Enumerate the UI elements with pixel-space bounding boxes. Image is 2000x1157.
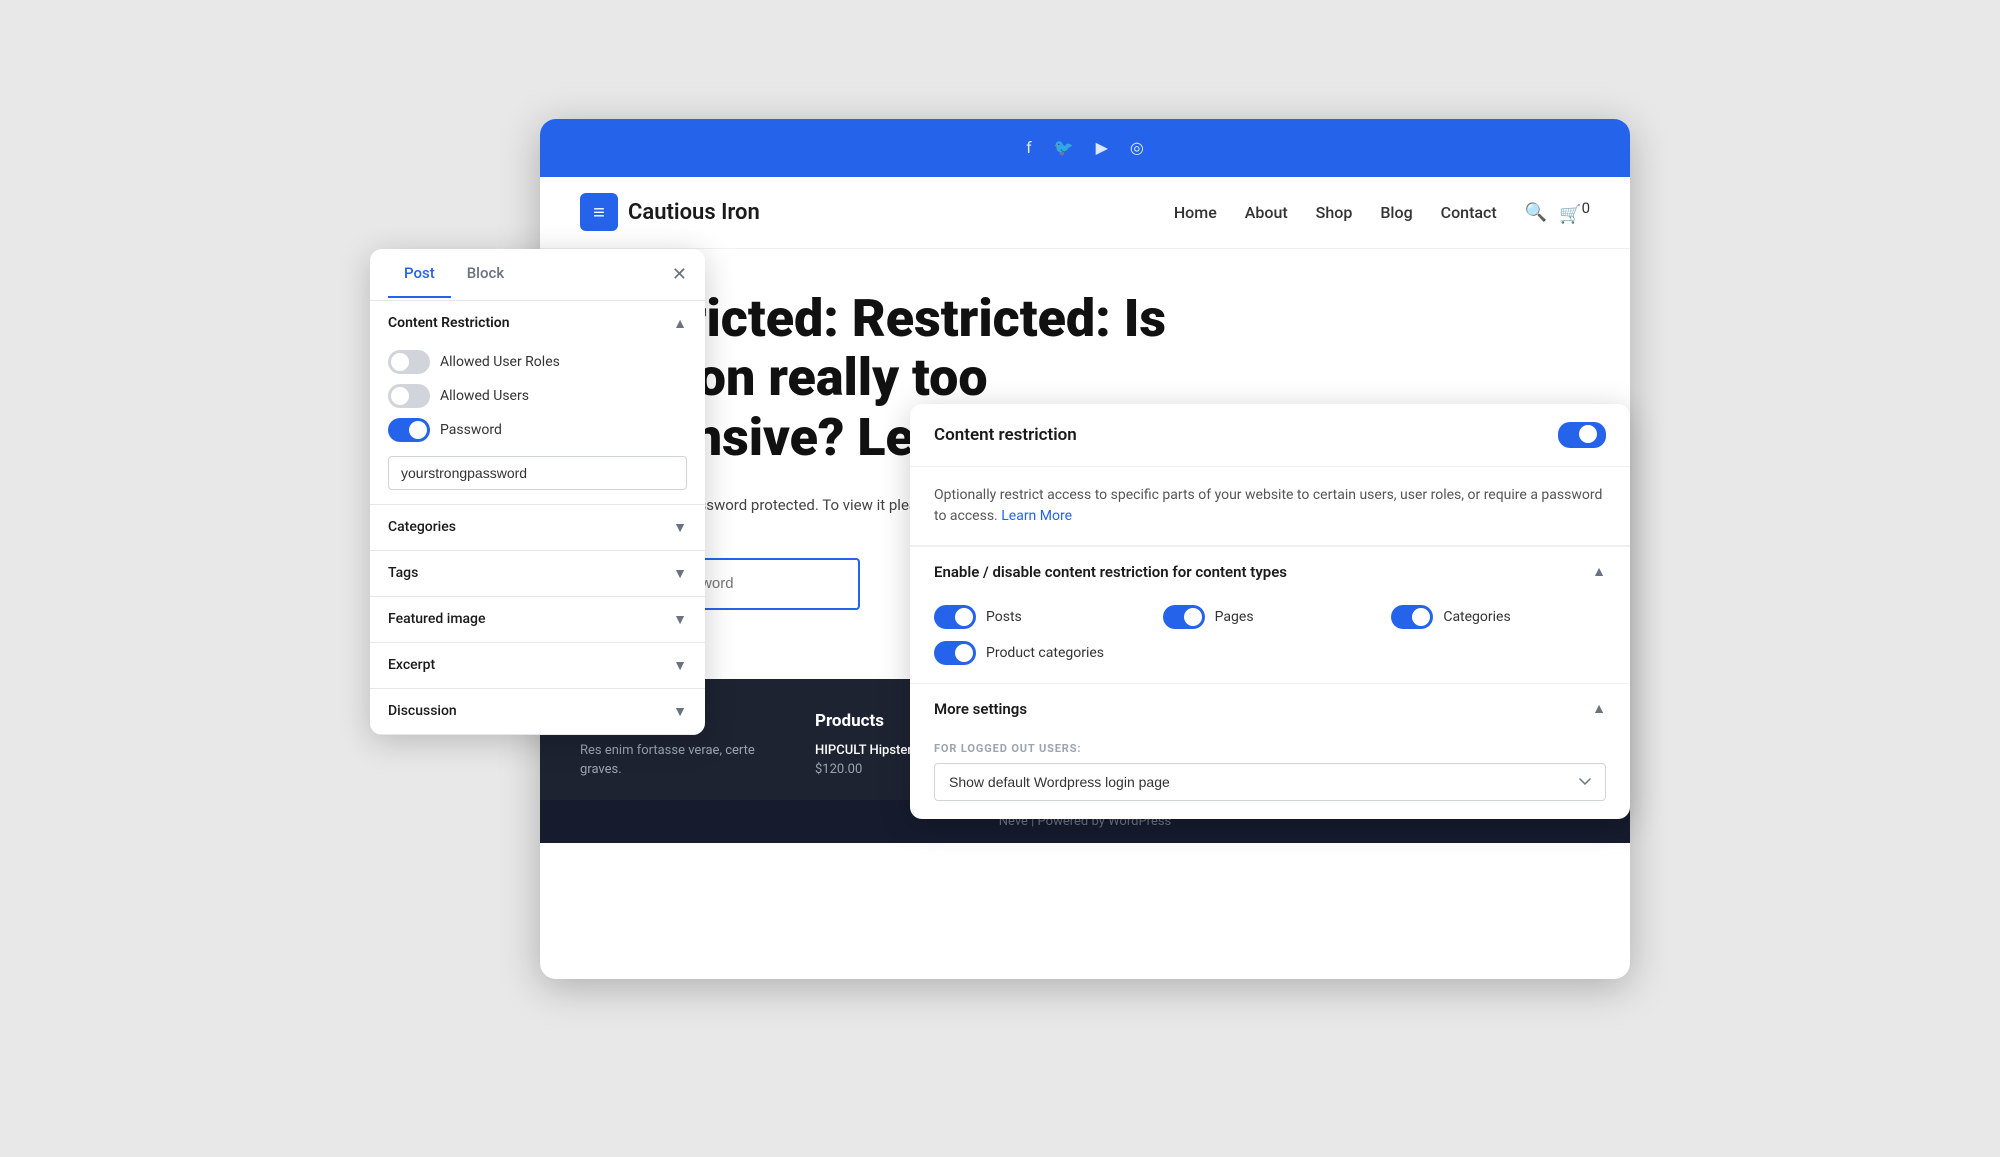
nav-about[interactable]: About — [1245, 203, 1288, 222]
sidebar-tabs: Post Block — [388, 250, 672, 298]
content-restriction-section: Content Restriction ▲ Allowed User Roles… — [370, 301, 705, 505]
site-logo: ≡ Cautious Iron — [580, 193, 1174, 231]
categories-label: Categories — [388, 519, 456, 535]
pages-toggle-item: Pages — [1163, 605, 1378, 629]
cart-icon[interactable]: 🛒0 — [1559, 199, 1590, 225]
featured-image-section[interactable]: Featured image ▼ — [370, 597, 705, 643]
password-row: Password — [388, 418, 687, 442]
content-types-title: Enable / disable content restriction for… — [934, 563, 1287, 581]
excerpt-section[interactable]: Excerpt ▼ — [370, 643, 705, 689]
discussion-chevron: ▼ — [673, 703, 687, 720]
discussion-label: Discussion — [388, 703, 457, 719]
nav-blog[interactable]: Blog — [1380, 203, 1412, 222]
nav-shop[interactable]: Shop — [1316, 203, 1353, 222]
categories-label: Categories — [1443, 609, 1510, 625]
more-settings-header[interactable]: More settings ▲ — [910, 683, 1630, 734]
tags-label: Tags — [388, 565, 418, 581]
categories-section[interactable]: Categories ▼ — [370, 505, 705, 551]
site-topbar: f 🐦 ▶ ◎ — [540, 119, 1630, 177]
instagram-icon[interactable]: ◎ — [1130, 138, 1144, 157]
content-restriction-header[interactable]: Content Restriction ▲ — [370, 301, 705, 346]
product-categories-label: Product categories — [986, 645, 1104, 661]
posts-toggle[interactable] — [934, 605, 976, 629]
allowed-users-toggle[interactable] — [388, 384, 430, 408]
pages-toggle[interactable] — [1163, 605, 1205, 629]
search-icon[interactable]: 🔍 — [1525, 202, 1547, 223]
content-types-chevron: ▲ — [1592, 563, 1606, 580]
featured-image-label: Featured image — [388, 611, 486, 627]
posts-toggle-item: Posts — [934, 605, 1149, 629]
tags-section[interactable]: Tags ▼ — [370, 551, 705, 597]
about-text: Res enim fortasse verae, certe graves. — [580, 741, 785, 780]
content-restriction-content: Allowed User Roles Allowed Users Passwor… — [370, 346, 705, 504]
content-restriction-chevron: ▲ — [673, 315, 687, 332]
password-toggle[interactable] — [388, 418, 430, 442]
learn-more-link[interactable]: Learn More — [1001, 508, 1072, 524]
password-value-input[interactable] — [388, 456, 687, 490]
password-label: Password — [440, 422, 502, 438]
site-navbar: ≡ Cautious Iron Home About Shop Blog Con… — [540, 177, 1630, 249]
tags-chevron: ▼ — [673, 565, 687, 582]
featured-image-chevron: ▼ — [673, 611, 687, 628]
restriction-panel-body: Optionally restrict access to specific p… — [910, 467, 1630, 546]
categories-chevron: ▼ — [673, 519, 687, 536]
close-icon[interactable]: ✕ — [672, 264, 687, 285]
facebook-icon[interactable]: f — [1026, 138, 1032, 157]
nav-icons: 🔍 🛒0 — [1525, 199, 1590, 225]
gutenberg-sidebar: Post Block ✕ Content Restriction ▲ Allow… — [370, 249, 705, 735]
tab-post[interactable]: Post — [388, 250, 451, 298]
posts-label: Posts — [986, 609, 1022, 625]
logo-icon: ≡ — [580, 193, 618, 231]
tab-block[interactable]: Block — [451, 250, 520, 298]
nav-home[interactable]: Home — [1174, 203, 1217, 222]
twitter-icon[interactable]: 🐦 — [1054, 138, 1074, 157]
cart-count: 0 — [1582, 199, 1590, 217]
more-settings-content: FOR LOGGED OUT USERS: Show default Wordp… — [910, 734, 1630, 819]
more-settings-chevron: ▲ — [1592, 700, 1606, 717]
sidebar-header: Post Block ✕ — [370, 249, 705, 301]
allowed-user-roles-toggle[interactable] — [388, 350, 430, 374]
restriction-panel-title: Content restriction — [934, 425, 1077, 445]
restriction-panel: Content restriction Optionally restrict … — [910, 404, 1630, 819]
excerpt-chevron: ▼ — [673, 657, 687, 674]
allowed-users-row: Allowed Users — [388, 384, 687, 408]
logged-out-label: FOR LOGGED OUT USERS: — [934, 742, 1606, 755]
product-categories-toggle-item: Product categories — [934, 641, 1606, 665]
content-types-content: Posts Pages Categories Product categorie… — [910, 597, 1630, 683]
pages-label: Pages — [1215, 609, 1254, 625]
allowed-users-label: Allowed Users — [440, 388, 529, 404]
allowed-user-roles-label: Allowed User Roles — [440, 354, 560, 370]
logged-out-select[interactable]: Show default Wordpress login page Redire… — [934, 763, 1606, 801]
site-nav-links: Home About Shop Blog Contact 🔍 🛒0 — [1174, 199, 1590, 225]
restriction-description: Optionally restrict access to specific p… — [934, 485, 1606, 527]
nav-contact[interactable]: Contact — [1441, 203, 1497, 222]
content-restriction-title: Content Restriction — [388, 315, 510, 331]
excerpt-label: Excerpt — [388, 657, 435, 673]
restriction-master-toggle[interactable] — [1558, 422, 1606, 448]
content-types-grid: Posts Pages Categories — [934, 605, 1606, 629]
site-logo-text: Cautious Iron — [628, 200, 760, 225]
more-settings-title: More settings — [934, 700, 1027, 718]
product-categories-toggle[interactable] — [934, 641, 976, 665]
categories-toggle[interactable] — [1391, 605, 1433, 629]
categories-toggle-item: Categories — [1391, 605, 1606, 629]
content-types-header[interactable]: Enable / disable content restriction for… — [910, 547, 1630, 597]
allowed-user-roles-row: Allowed User Roles — [388, 350, 687, 374]
content-types-subsection: Enable / disable content restriction for… — [910, 546, 1630, 683]
discussion-section[interactable]: Discussion ▼ — [370, 689, 705, 735]
youtube-icon[interactable]: ▶ — [1096, 138, 1108, 157]
restriction-panel-header: Content restriction — [910, 404, 1630, 467]
